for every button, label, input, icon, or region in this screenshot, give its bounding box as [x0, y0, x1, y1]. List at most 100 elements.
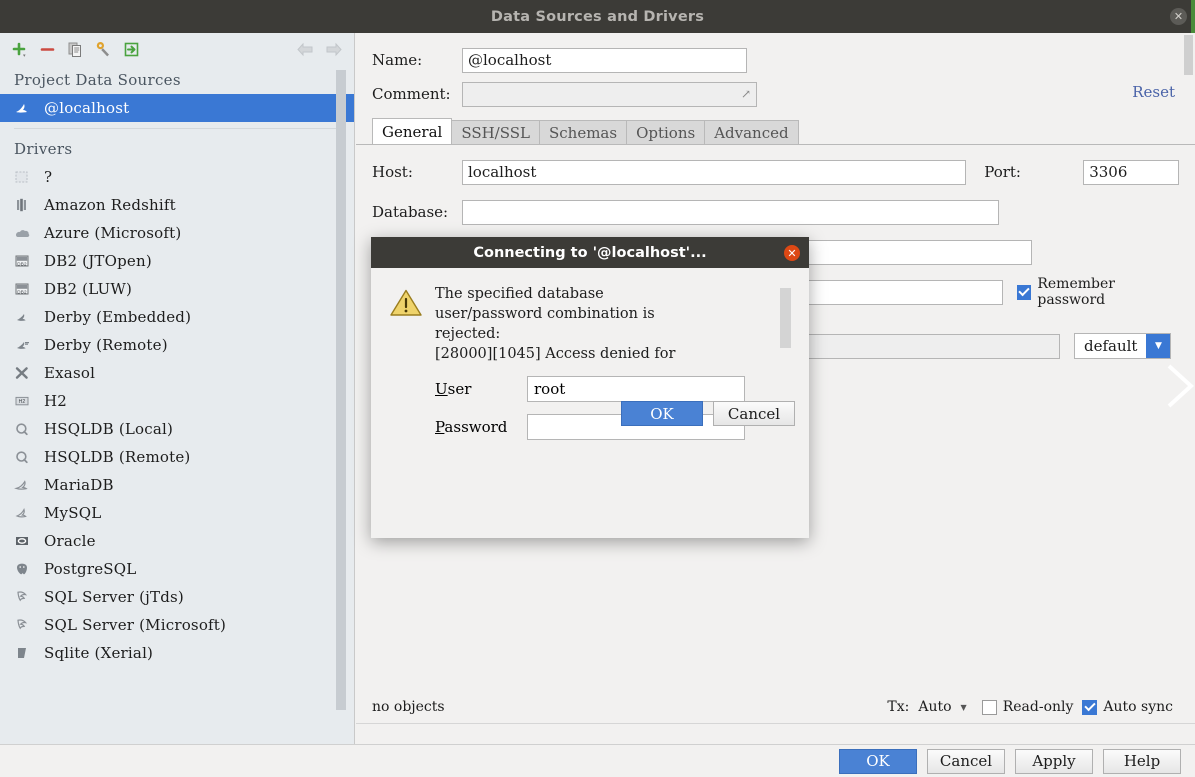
- dialog-user-input[interactable]: root: [527, 376, 745, 402]
- ok-button[interactable]: OK: [839, 748, 917, 774]
- sidebar-toolbar: [0, 33, 354, 66]
- remove-data-source-button[interactable]: [34, 38, 60, 62]
- driver-item-db2-luw[interactable]: DB2 DB2 (LUW): [0, 275, 354, 303]
- driver-item-sqlite-xerial[interactable]: Sqlite (Xerial): [0, 639, 354, 667]
- expand-icon[interactable]: ↗: [741, 87, 751, 101]
- driver-label: Oracle: [44, 532, 96, 550]
- driver-item-mysql[interactable]: MySQL: [0, 499, 354, 527]
- dialog-user-label: User: [435, 380, 472, 398]
- read-only-label: Read-only: [1002, 699, 1074, 715]
- driver-label: HSQLDB (Remote): [44, 448, 191, 466]
- driver-item-amazon-redshift[interactable]: Amazon Redshift: [0, 191, 354, 219]
- dialog-message-text: The specified database user/password com…: [435, 286, 676, 362]
- dialog-ok-button[interactable]: OK: [621, 401, 703, 426]
- tab-ssh-ssl[interactable]: SSH/SSL: [451, 120, 540, 145]
- driver-item-postgresql[interactable]: PostgreSQL: [0, 555, 354, 583]
- dialog-cancel-button[interactable]: Cancel: [713, 401, 795, 426]
- driver-item-azure-microsoft[interactable]: Azure (Microsoft): [0, 219, 354, 247]
- driver-label: Azure (Microsoft): [44, 224, 182, 242]
- apply-button[interactable]: Apply: [1015, 748, 1093, 774]
- driver-item-h2[interactable]: H2 H2: [0, 387, 354, 415]
- driver-label: MySQL: [44, 504, 102, 522]
- dialog-message-scrollbar[interactable]: [780, 288, 791, 366]
- charset-value: default: [1084, 337, 1138, 355]
- sqlserver-icon: [14, 616, 40, 634]
- exasol-icon: [14, 364, 40, 382]
- arrow-right-icon[interactable]: [320, 38, 346, 62]
- sqlite-icon: [14, 644, 40, 662]
- driver-item-exasol[interactable]: Exasol: [0, 359, 354, 387]
- tx-value[interactable]: Auto: [918, 699, 951, 715]
- chevron-down-icon[interactable]: ▼: [961, 703, 967, 712]
- database-label: Database:: [372, 203, 449, 221]
- chevron-down-icon[interactable]: ▼: [1146, 334, 1171, 358]
- auto-sync-checkbox[interactable]: Auto sync: [1082, 699, 1173, 715]
- dialog-buttons: OK Cancel: [611, 401, 795, 426]
- driver-item-hsqldb-local[interactable]: HSQLDB (Local): [0, 415, 354, 443]
- host-input[interactable]: localhost: [462, 159, 967, 185]
- tab-options[interactable]: Options: [626, 120, 706, 145]
- svg-text:DB2: DB2: [17, 261, 27, 266]
- checkbox-box[interactable]: [1017, 284, 1032, 300]
- name-input[interactable]: @localhost: [462, 47, 747, 73]
- db2-icon: DB2: [14, 252, 40, 270]
- charset-dropdown[interactable]: default ▼: [1074, 333, 1172, 359]
- name-label: Name:: [372, 51, 423, 69]
- driver-item-derby-embedded[interactable]: Derby (Embedded): [0, 303, 354, 331]
- cancel-button[interactable]: Cancel: [927, 748, 1005, 774]
- reset-link[interactable]: Reset: [1132, 83, 1175, 101]
- driver-label: H2: [44, 392, 68, 410]
- driver-item-sqlserver-jtds[interactable]: SQL Server (jTds): [0, 583, 354, 611]
- help-button[interactable]: Help: [1103, 748, 1181, 774]
- driver-label: HSQLDB (Local): [44, 420, 174, 438]
- tab-general[interactable]: General: [372, 118, 453, 145]
- read-only-checkbox[interactable]: Read-only: [981, 699, 1074, 715]
- tab-schemas[interactable]: Schemas: [538, 120, 628, 145]
- host-label: Host:: [372, 163, 413, 181]
- details-statusbar: no objects Tx: Auto ▼ Read-only Auto syn…: [356, 692, 1195, 722]
- remember-password-label: Remember password: [1037, 276, 1115, 308]
- driver-item-db2-jtopen[interactable]: DB2 DB2 (JTOpen): [0, 247, 354, 275]
- comment-row: Comment: ↗: [356, 77, 1195, 111]
- remember-password-checkbox[interactable]: Remember password: [1017, 276, 1179, 308]
- window-title: Data Sources and Drivers: [490, 8, 705, 25]
- sidebar-item-localhost[interactable]: @localhost: [0, 94, 354, 122]
- driver-item-oracle[interactable]: Oracle: [0, 527, 354, 555]
- driver-label: DB2 (JTOpen): [44, 252, 152, 270]
- close-icon[interactable]: ✕: [784, 245, 800, 261]
- sidebar-item-label: @localhost: [44, 99, 130, 117]
- checkbox-box[interactable]: [981, 699, 997, 715]
- copy-icon[interactable]: [62, 38, 88, 62]
- port-input[interactable]: 3306: [1083, 159, 1179, 185]
- driver-label: SQL Server (jTds): [44, 588, 184, 606]
- sidebar-scrollbar[interactable]: [336, 70, 346, 710]
- driver-label: MariaDB: [44, 476, 114, 494]
- svg-text:DB2: DB2: [17, 289, 27, 294]
- import-icon[interactable]: [118, 38, 144, 62]
- unknown-driver-icon: [14, 168, 40, 186]
- dialog-password-label: Password: [435, 418, 508, 436]
- driver-label: Amazon Redshift: [44, 196, 176, 214]
- project-data-sources-group-label: Project Data Sources: [14, 71, 181, 89]
- driver-item-mariadb[interactable]: MariaDB: [0, 471, 354, 499]
- driver-label: Derby (Remote): [44, 336, 168, 354]
- tree-divider: [14, 128, 340, 129]
- database-input[interactable]: [462, 199, 999, 225]
- scrollbar-thumb[interactable]: [780, 288, 791, 348]
- driver-item-hsqldb-remote[interactable]: HSQLDB (Remote): [0, 443, 354, 471]
- driver-item-derby-remote[interactable]: Derby (Remote): [0, 331, 354, 359]
- checkbox-box[interactable]: [1082, 699, 1098, 715]
- db2-icon: DB2: [14, 280, 40, 298]
- close-icon[interactable]: ✕: [1170, 8, 1187, 25]
- details-scrollbar[interactable]: [1184, 35, 1193, 75]
- tab-advanced[interactable]: Advanced: [704, 120, 799, 145]
- add-data-source-button[interactable]: [6, 38, 32, 62]
- h2-icon: H2: [14, 392, 40, 410]
- svg-text:H2: H2: [19, 399, 26, 405]
- auto-sync-label: Auto sync: [1103, 699, 1173, 715]
- driver-item-sqlserver-microsoft[interactable]: SQL Server (Microsoft): [0, 611, 354, 639]
- wrench-icon[interactable]: [90, 38, 116, 62]
- driver-item-unknown[interactable]: ?: [0, 163, 354, 191]
- comment-input[interactable]: ↗: [462, 81, 757, 107]
- arrow-left-icon[interactable]: [292, 38, 318, 62]
